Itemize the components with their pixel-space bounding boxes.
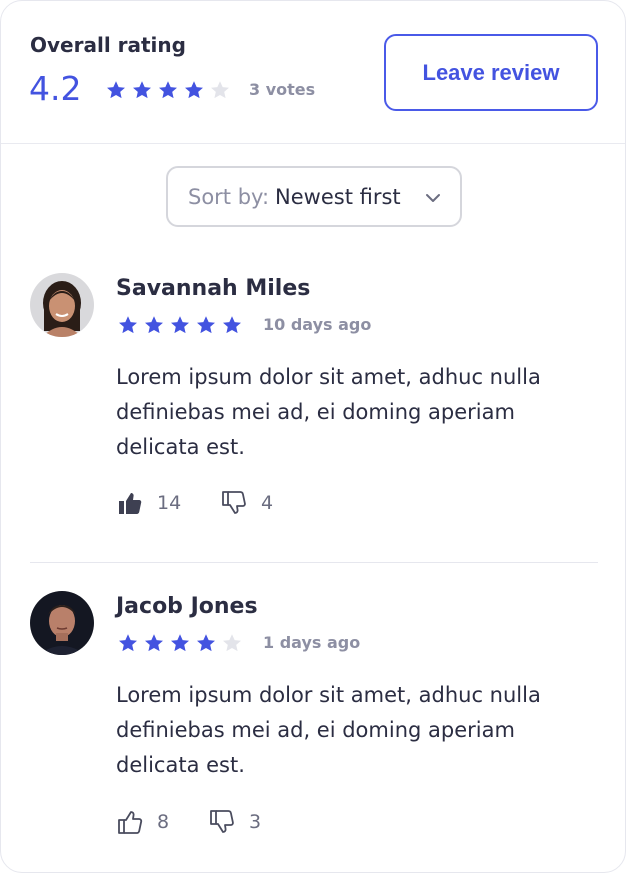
- star-icon: [107, 81, 125, 99]
- thumbs-up-icon: [119, 493, 142, 514]
- star-icon: [145, 634, 163, 652]
- like-button[interactable]: 14: [117, 490, 181, 516]
- review-date: 1 days ago: [263, 633, 361, 652]
- divider: [30, 562, 598, 563]
- review-text: Lorem ipsum dolor sit amet, adhuc nulla …: [116, 365, 541, 459]
- star-icon: [171, 316, 189, 334]
- star-icon: [197, 316, 215, 334]
- overall-rating-score: 4.2: [29, 69, 82, 108]
- chevron-down-icon: [426, 194, 440, 202]
- dislike-count: 4: [261, 492, 274, 514]
- thumbs-up-icon: [118, 811, 143, 834]
- dislike-count: 3: [249, 811, 262, 833]
- review-stars: [117, 632, 243, 654]
- review-stars: [117, 314, 243, 336]
- star-icon: [133, 81, 151, 99]
- reviews-card: Overall rating 4.2 3 votes Leave review …: [0, 0, 626, 873]
- sort-dropdown[interactable]: Sort by: Newest first: [166, 166, 462, 227]
- star-icon: [223, 316, 241, 334]
- reviewer-name: Savannah Miles: [116, 276, 311, 301]
- overall-rating-label: Overall rating: [30, 33, 186, 57]
- star-icon: [119, 634, 137, 652]
- star-icon: [159, 81, 177, 99]
- star-icon: [211, 81, 229, 99]
- star-icon: [119, 316, 137, 334]
- avatar: [30, 591, 94, 655]
- dislike-button[interactable]: 4: [221, 490, 273, 516]
- star-icon: [223, 634, 241, 652]
- star-icon: [145, 316, 163, 334]
- star-icon: [197, 634, 215, 652]
- avatar: [30, 273, 94, 337]
- reviewer-name: Jacob Jones: [116, 594, 258, 619]
- thumbs-down-icon: [222, 491, 246, 514]
- votes-count: 3 votes: [249, 80, 316, 99]
- overall-rating-stars: [105, 79, 231, 101]
- review-date: 10 days ago: [263, 315, 372, 334]
- leave-review-button[interactable]: Leave review: [384, 34, 598, 111]
- sort-label: Sort by:: [188, 184, 270, 209]
- review-text: Lorem ipsum dolor sit amet, adhuc nulla …: [116, 683, 541, 777]
- sort-selected-value: Newest first: [275, 184, 401, 209]
- thumbs-down-icon: [210, 810, 234, 833]
- like-count: 8: [157, 811, 170, 833]
- like-button[interactable]: 8: [117, 809, 169, 835]
- star-icon: [171, 634, 189, 652]
- star-icon: [185, 81, 203, 99]
- rating-summary: Overall rating 4.2 3 votes Leave review: [1, 1, 625, 144]
- dislike-button[interactable]: 3: [209, 809, 261, 835]
- like-count: 14: [157, 492, 182, 514]
